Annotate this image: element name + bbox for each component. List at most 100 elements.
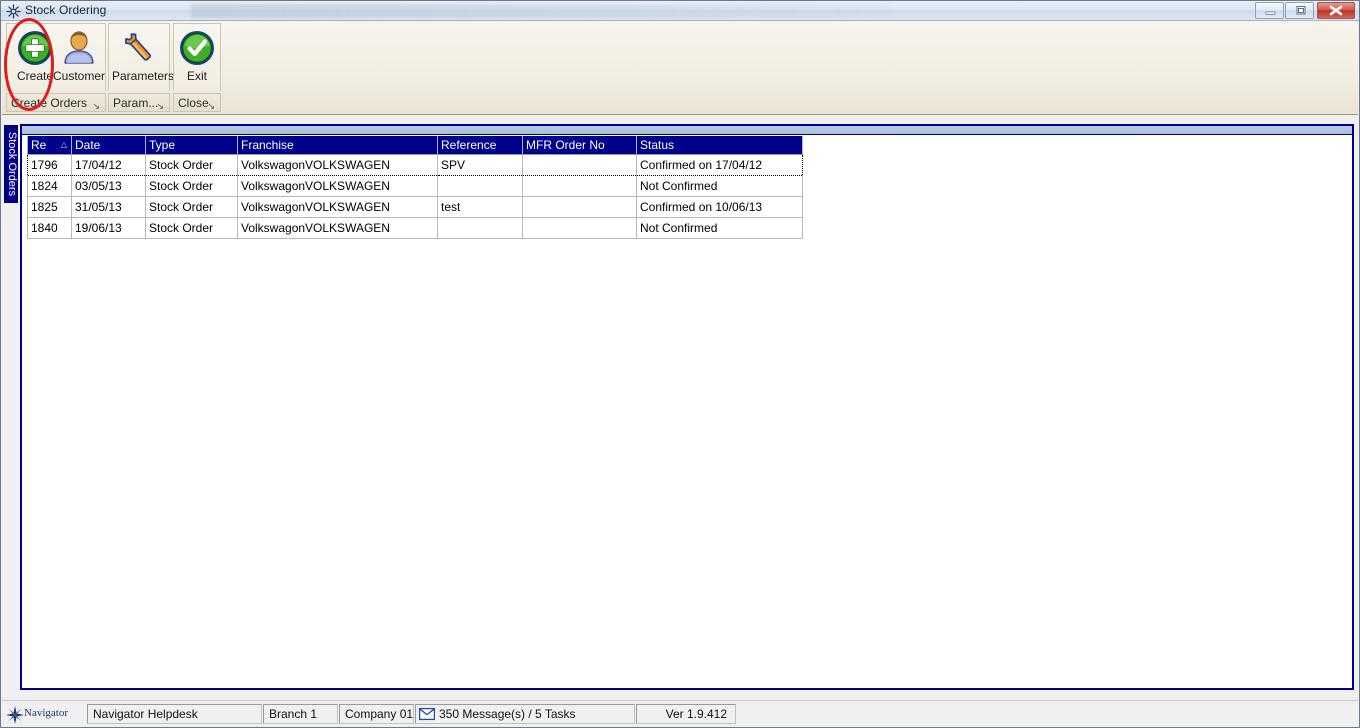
column-header-label: Re xyxy=(31,138,47,152)
status-cell-branch: Branch 1 xyxy=(263,704,338,724)
cell-re: 1825 xyxy=(27,196,72,218)
parameters-button-label: Parameters xyxy=(112,69,175,83)
status-user-text: Navigator Helpdesk xyxy=(93,707,198,721)
title-bar: Stock Ordering xyxy=(1,1,1359,21)
cell-re: 1840 xyxy=(27,217,72,239)
cell-re: 1796 xyxy=(27,154,72,176)
ribbon-group-caption-create-orders[interactable]: Create Orders ↘ xyxy=(6,93,106,112)
ribbon-group-body: Create Customer xyxy=(6,23,106,91)
cell-type: Stock Order xyxy=(145,217,238,239)
document-panel-content: Re △ Date Type Franchise Reference MFR O… xyxy=(22,136,1352,688)
status-branch-text: Branch 1 xyxy=(269,707,318,721)
green-plus-circle-icon xyxy=(16,29,54,67)
ribbon-group-body: Exit xyxy=(173,23,221,91)
ribbon-group-caption-parameters[interactable]: Param... ↘ xyxy=(108,93,170,112)
dialog-launcher-icon[interactable]: ↘ xyxy=(92,97,100,111)
cell-mfr xyxy=(522,217,637,239)
column-header-label: MFR Order No xyxy=(526,138,605,152)
envelope-icon[interactable] xyxy=(418,707,436,721)
ribbon-group-caption-close[interactable]: Close ↘ xyxy=(173,93,221,112)
column-header-label: Status xyxy=(640,138,675,152)
document-panel-titlebar xyxy=(22,126,1352,135)
ribbon-group-body: Parameters xyxy=(108,23,175,91)
status-bar: Navigator Navigator Helpdesk Branch 1 Co… xyxy=(2,700,1358,726)
stock-orders-grid[interactable]: Re △ Date Type Franchise Reference MFR O… xyxy=(27,136,803,239)
cell-status: Confirmed on 10/06/13 xyxy=(636,196,803,218)
ribbon-group-caption-text: Create Orders xyxy=(11,96,88,110)
column-header-reference[interactable]: Reference xyxy=(437,136,523,155)
cell-type: Stock Order xyxy=(145,154,238,176)
grid-body: 1796 17/04/12 Stock Order VolkswagonVOLK… xyxy=(27,154,803,239)
cell-re: 1824 xyxy=(27,175,72,197)
parameters-button[interactable]: Parameters xyxy=(112,27,175,89)
status-cell-company: Company 01 xyxy=(339,704,414,724)
table-row[interactable]: 1824 03/05/13 Stock Order VolkswagonVOLK… xyxy=(27,175,803,197)
cell-reference: test xyxy=(437,196,523,218)
cell-date: 31/05/13 xyxy=(71,196,146,218)
ribbon-group-parameters: Parameters Param... ↘ xyxy=(108,23,175,112)
close-button[interactable] xyxy=(1317,2,1355,19)
status-messages-text: 350 Message(s) / 5 Tasks xyxy=(439,707,576,721)
cell-reference xyxy=(437,175,523,197)
minimize-button[interactable] xyxy=(1255,2,1284,19)
cell-type: Stock Order xyxy=(145,175,238,197)
column-header-type[interactable]: Type xyxy=(145,136,238,155)
window-title: Stock Ordering xyxy=(25,3,107,17)
cell-reference xyxy=(437,217,523,239)
column-header-label: Reference xyxy=(441,138,497,152)
cell-franchise: VolkswagonVOLKSWAGEN xyxy=(237,196,438,218)
table-row[interactable]: 1796 17/04/12 Stock Order VolkswagonVOLK… xyxy=(27,154,803,176)
grid-header-row: Re △ Date Type Franchise Reference MFR O… xyxy=(27,136,803,155)
cell-mfr xyxy=(522,154,637,176)
cell-date: 17/04/12 xyxy=(71,154,146,176)
column-header-label: Date xyxy=(75,138,101,152)
stock-orders-document-panel: Re △ Date Type Franchise Reference MFR O… xyxy=(20,124,1354,690)
app-snowflake-icon xyxy=(6,4,21,19)
column-header-franchise[interactable]: Franchise xyxy=(237,136,438,155)
column-header-mfr-order-no[interactable]: MFR Order No xyxy=(522,136,637,155)
status-company-text: Company 01 xyxy=(345,707,414,721)
cell-reference: SPV xyxy=(437,154,523,176)
green-check-circle-icon xyxy=(178,29,216,67)
restore-button[interactable] xyxy=(1285,2,1314,19)
status-version-text: Ver 1.9.412 xyxy=(665,707,727,721)
ribbon-group-caption-text: Close xyxy=(178,96,209,110)
cell-mfr xyxy=(522,175,637,197)
status-cell-version: Ver 1.9.412 xyxy=(636,704,736,724)
dialog-launcher-icon[interactable]: ↘ xyxy=(156,97,164,111)
cell-franchise: VolkswagonVOLKSWAGEN xyxy=(237,217,438,239)
orange-wrench-icon xyxy=(120,29,158,67)
cell-date: 03/05/13 xyxy=(71,175,146,197)
exit-button[interactable]: Exit xyxy=(173,27,221,89)
column-header-status[interactable]: Status xyxy=(636,136,803,155)
column-header-re[interactable]: Re △ xyxy=(27,136,72,155)
ribbon-group-create-orders: Create Customer Create Orders ↘ xyxy=(6,23,106,112)
customer-button-label: Customer xyxy=(53,69,106,83)
cell-type: Stock Order xyxy=(145,196,238,218)
user-person-icon xyxy=(60,29,98,67)
dialog-launcher-icon[interactable]: ↘ xyxy=(207,97,215,111)
column-header-label: Type xyxy=(149,138,176,152)
cell-mfr xyxy=(522,196,637,218)
table-row[interactable]: 1840 19/06/13 Stock Order VolkswagonVOLK… xyxy=(27,217,803,239)
ribbon-toolbar: Create Customer Create Orders ↘ Paramete… xyxy=(2,21,1358,115)
ribbon-group-caption-text: Param... xyxy=(113,96,159,110)
cell-status: Not Confirmed xyxy=(636,217,803,239)
sidebar-tab-stock-orders[interactable]: Stock Orders xyxy=(4,125,18,203)
column-header-date[interactable]: Date xyxy=(71,136,146,155)
table-row[interactable]: 1825 31/05/13 Stock Order VolkswagonVOLK… xyxy=(27,196,803,218)
sidebar-tab-label: Stock Orders xyxy=(6,131,18,197)
status-brand-label: Navigator xyxy=(24,707,68,719)
cell-date: 19/06/13 xyxy=(71,217,146,239)
ribbon-group-close: Exit Close ↘ xyxy=(173,23,221,112)
client-area: Stock Orders Re △ Date Type Franchise Re… xyxy=(2,116,1358,701)
sort-ascending-icon: △ xyxy=(60,140,67,149)
application-window: Stock Ordering Create Customer Create Or… xyxy=(0,0,1360,728)
status-cell-messages[interactable]: 350 Message(s) / 5 Tasks xyxy=(415,704,635,724)
cell-status: Not Confirmed xyxy=(636,175,803,197)
column-header-label: Franchise xyxy=(241,138,294,152)
cell-franchise: VolkswagonVOLKSWAGEN xyxy=(237,154,438,176)
customer-button[interactable]: Customer xyxy=(53,27,105,89)
status-cell-user: Navigator Helpdesk xyxy=(87,704,262,724)
cell-status: Confirmed on 17/04/12 xyxy=(636,154,803,176)
